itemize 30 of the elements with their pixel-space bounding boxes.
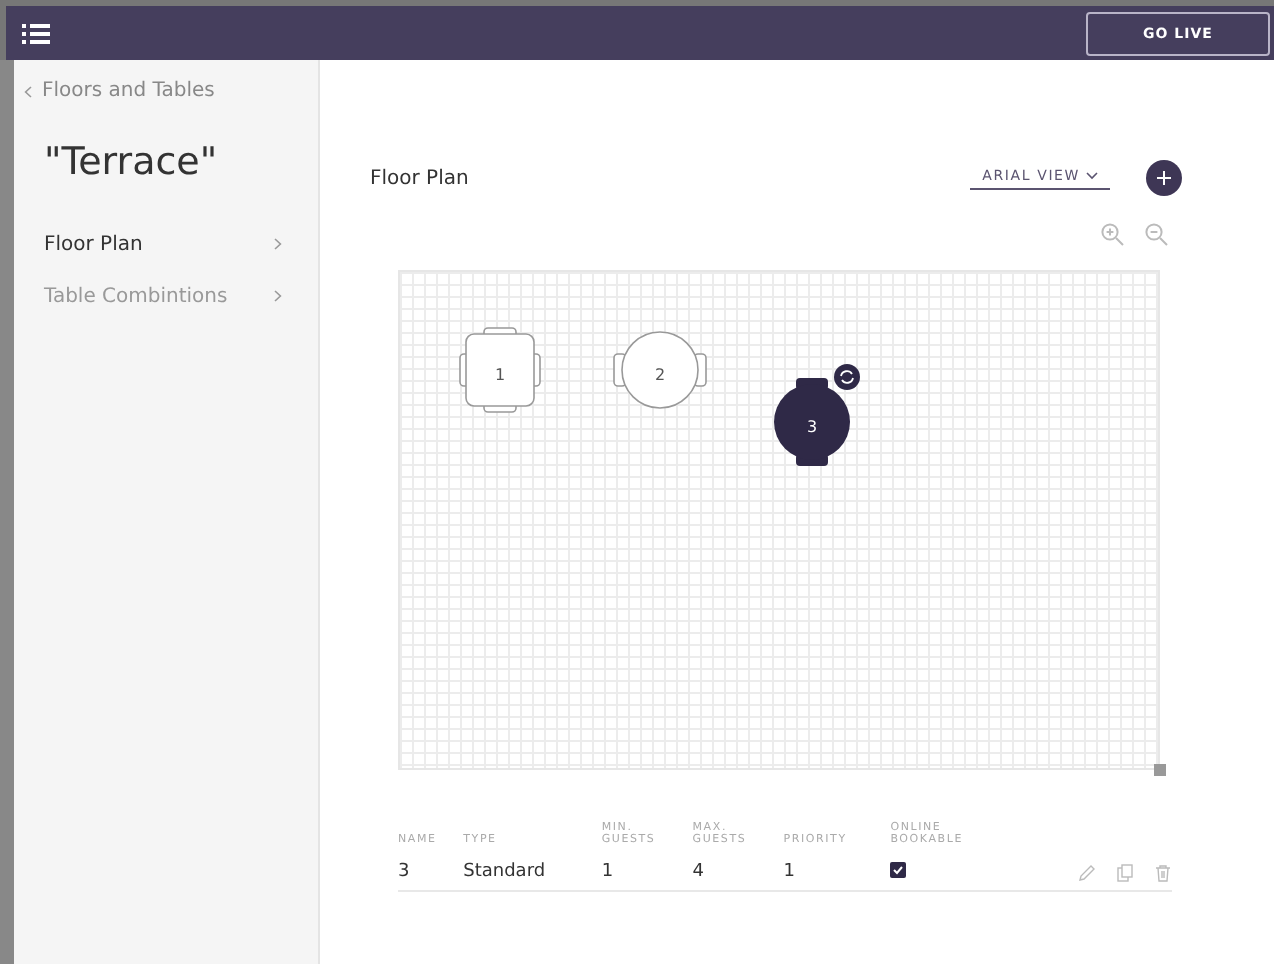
copy-icon[interactable] [1116,863,1134,881]
floor-title: "Terrace" [42,138,220,188]
resize-handle[interactable] [1154,764,1166,776]
back-chevron-icon[interactable] [24,85,32,97]
round-table-drawing [612,330,708,410]
add-button[interactable] [1146,160,1182,196]
caret-icon [1086,172,1098,180]
table-number: 1 [494,365,506,383]
section-title: Floor Plan [370,167,469,189]
table-cell: 3 [398,862,410,882]
edit-icon[interactable] [1078,863,1096,881]
sidebar-item[interactable]: Floor Plan [14,218,318,270]
trash-icon[interactable] [1154,863,1172,881]
rotate-icon[interactable] [834,364,860,390]
table-cell: 1 [783,862,795,882]
zoom-out-icon[interactable] [1144,222,1168,246]
checkbox[interactable] [890,861,907,877]
floor-plan-grid[interactable]: 1 2 3 [398,270,1160,770]
chevron-icon [274,290,282,302]
menu-icon[interactable] [22,21,50,45]
table-cell: 1 [601,862,614,882]
chevron-icon [274,238,282,250]
table-number: 2 [654,365,666,383]
square-table-drawing [458,326,542,414]
zoom-in-icon[interactable] [1100,222,1124,246]
round-table-drawing [772,376,852,468]
table-cell: Standard [463,862,546,882]
table-cell: 4 [692,862,704,882]
table-number: 3 [806,417,818,435]
plus-icon [1156,170,1172,186]
